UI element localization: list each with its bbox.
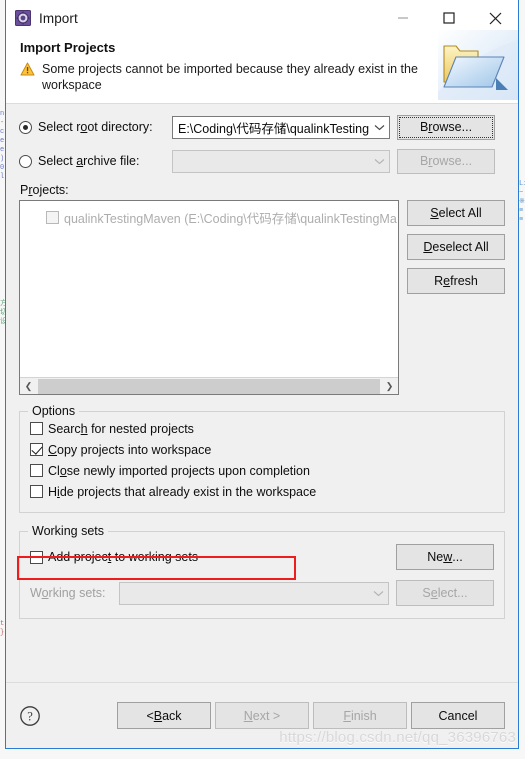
working-sets-group: Working sets Add project to working sets… [19, 524, 505, 619]
svg-text:?: ? [27, 709, 33, 723]
radio-select-archive-file[interactable] [19, 154, 32, 168]
options-caption: Options [28, 404, 80, 418]
folder-import-icon [438, 30, 518, 100]
background-code-left-3: t } [0, 620, 5, 637]
option-copy-into-workspace[interactable]: Copy projects into workspace [30, 439, 494, 460]
horizontal-scrollbar[interactable]: ❮ ❯ [20, 377, 398, 394]
add-to-working-sets-checkbox[interactable] [30, 550, 43, 564]
refresh-button[interactable]: Re fresh [407, 268, 505, 294]
import-wizard-icon [15, 10, 31, 26]
archive-file-label: Select archive file: [38, 154, 140, 168]
projects-list[interactable]: qualinkTestingMaven (E:\Coding\代码存储\qual… [19, 200, 399, 395]
chevron-down-icon-disabled [368, 590, 388, 597]
import-dialog: Import Import Projects Some projects can… [5, 0, 519, 749]
message-row: Some projects cannot be imported because… [18, 61, 426, 93]
options-group: Options Search for nested projects Copy … [19, 404, 505, 513]
select-working-set-button: Se lect... [396, 580, 494, 606]
close-newly-imported-checkbox[interactable] [30, 464, 43, 477]
archive-file-row: Select archive file: Br owse... [19, 148, 505, 174]
root-directory-combo[interactable]: E:\Coding\代码存储\qualinkTestingMav [172, 115, 390, 139]
scrollbar-thumb[interactable] [38, 378, 380, 394]
close-newly-imported-label: Close newly imported projects upon compl… [48, 463, 310, 478]
page-title: Import Projects [20, 40, 116, 55]
working-sets-caption: Working sets [28, 524, 109, 538]
cancel-button[interactable]: Cancel [411, 702, 505, 729]
copy-into-workspace-label: Copy projects into workspace [48, 442, 212, 457]
window-title: Import [39, 10, 78, 26]
finish-button: Finish [313, 702, 407, 729]
root-directory-row: Select root directory: E:\Coding\代码存储\qu… [19, 114, 505, 140]
add-to-working-sets-label: Add project to working sets [48, 550, 199, 564]
copy-into-workspace-checkbox[interactable] [30, 443, 43, 456]
chevron-down-icon-disabled [369, 158, 389, 165]
working-sets-combo [119, 581, 389, 605]
projects-buttons: Select All Deselect All Re fresh [407, 200, 505, 294]
hide-existing-label: Hide projects that already exist in the … [48, 484, 317, 499]
hide-existing-checkbox[interactable] [30, 485, 43, 498]
next-button: Next > [215, 702, 309, 729]
dialog-footer: ? < Back Next > Finish Cancel https://bl… [6, 682, 518, 748]
dialog-body: Select root directory: E:\Coding\代码存储\qu… [6, 104, 518, 682]
footer-buttons: < Back Next > Finish Cancel [117, 702, 505, 729]
background-code-right: Li ~ ※ ≡ ≡ [519, 180, 525, 224]
option-close-newly-imported[interactable]: Close newly imported projects upon compl… [30, 460, 494, 481]
root-directory-value: E:\Coding\代码存储\qualinkTestingMav [178, 121, 369, 136]
list-item: qualinkTestingMaven (E:\Coding\代码存储\qual… [20, 208, 398, 227]
search-nested-label: Search for nested projects [48, 421, 194, 436]
background-code-left: n - c e e ) 0 l [0, 110, 5, 181]
radio-select-root-directory[interactable] [19, 120, 32, 134]
add-to-working-sets-row: Add project to working sets Ne w... [30, 544, 494, 570]
search-nested-checkbox[interactable] [30, 422, 43, 435]
project-label: qualinkTestingMaven (E:\Coding\代码存储\qual… [64, 212, 397, 226]
page-message: Some projects cannot be imported because… [42, 62, 418, 92]
projects-items: qualinkTestingMaven (E:\Coding\代码存储\qual… [20, 201, 398, 377]
project-checkbox [46, 211, 59, 224]
back-button[interactable]: < Back [117, 702, 211, 729]
wizard-header: Import Projects Some projects cannot be … [6, 30, 518, 104]
chevron-right-icon[interactable]: ❯ [381, 378, 398, 395]
chevron-down-icon[interactable] [369, 124, 389, 131]
minimize-icon[interactable] [380, 1, 426, 35]
browse-archive-file-button: Br owse... [397, 148, 495, 174]
working-sets-select-row: Working sets: Se lect... [30, 580, 494, 606]
option-search-nested[interactable]: Search for nested projects [30, 418, 494, 439]
projects-area: qualinkTestingMaven (E:\Coding\代码存储\qual… [19, 200, 505, 395]
chevron-left-icon[interactable]: ❮ [20, 378, 37, 395]
archive-file-combo [172, 149, 390, 173]
warning-triangle-icon [20, 62, 35, 81]
new-working-set-button[interactable]: Ne w... [396, 544, 494, 570]
root-directory-label: Select root directory: [38, 120, 153, 134]
working-sets-list-label: Working sets: [30, 586, 106, 600]
projects-label: Projects: [20, 183, 69, 197]
help-question-icon[interactable]: ? [19, 705, 41, 727]
watermark: https://blog.csdn.net/qq_36396763 [279, 729, 516, 746]
select-all-button[interactable]: Select All [407, 200, 505, 226]
option-hide-existing[interactable]: Hide projects that already exist in the … [30, 481, 494, 502]
deselect-all-button[interactable]: Deselect All [407, 234, 505, 260]
browse-root-directory-button[interactable]: Br owse... [397, 114, 495, 140]
